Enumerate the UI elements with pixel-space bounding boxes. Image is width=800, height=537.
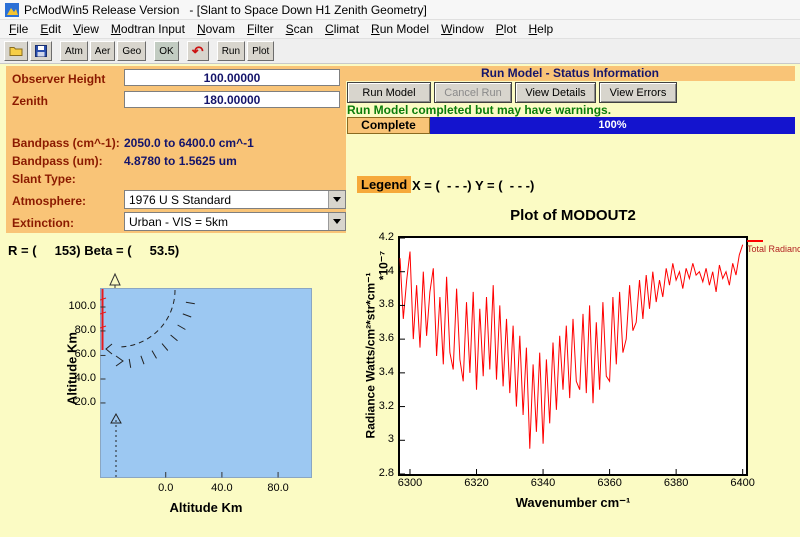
menu-modtran-input[interactable]: Modtran Input — [105, 20, 191, 39]
run-button[interactable]: Run — [216, 41, 246, 61]
menu-view[interactable]: View — [67, 20, 105, 39]
chart-y-tick-label: 3 — [387, 433, 394, 446]
chart-y-tick-label: 3.2 — [378, 399, 394, 412]
chart-title: Plot of MODOUT2 — [510, 207, 636, 224]
run-model-button[interactable]: Run Model — [347, 82, 431, 103]
menu-edit[interactable]: Edit — [34, 20, 67, 39]
chart-x-tick-label: 6320 — [464, 477, 489, 489]
toolbar: Atm Aer Geo OK ↶ Run Plot — [0, 39, 800, 64]
undo-icon: ↶ — [191, 43, 204, 59]
atm-button[interactable]: Atm — [60, 41, 88, 61]
menu-scan[interactable]: Scan — [280, 20, 319, 39]
menu-plot[interactable]: Plot — [490, 20, 523, 39]
save-button[interactable] — [30, 41, 52, 61]
menu-run-model[interactable]: Run Model — [365, 20, 435, 39]
atmosphere-selected-value: 1976 U S Standard — [129, 192, 232, 207]
menu-climat[interactable]: Climat — [319, 20, 365, 39]
window-title: PcModWin5 Release Version - [Slant to Sp… — [24, 2, 427, 17]
geometry-y-tick-label: 20.0 — [74, 395, 96, 408]
legend-series-name: Total Radiance — [747, 244, 800, 254]
chart-x-tick-label: 6360 — [597, 477, 622, 489]
status-message: Run Model completed but may have warning… — [347, 103, 612, 117]
r-beta-readout: R = ( 153) Beta = ( 53.5) — [8, 243, 180, 258]
chart-x-axis-label: Wavenumber cm⁻¹ — [515, 495, 631, 510]
save-icon — [35, 45, 47, 57]
ok-button[interactable]: OK — [154, 41, 179, 61]
plot-button[interactable]: Plot — [247, 41, 275, 61]
legend-label: Legend — [357, 176, 412, 193]
chart-x-tick-label: 6380 — [663, 477, 689, 489]
open-file-button[interactable] — [4, 41, 28, 61]
atmosphere-dropdown-button[interactable] — [328, 191, 345, 208]
bandpass-cm-value: 2050.0 to 6400.0 cm^-1 — [124, 136, 254, 150]
menu-file[interactable]: File — [3, 20, 34, 39]
observer-height-input[interactable] — [124, 69, 340, 86]
view-details-button[interactable]: View Details — [515, 82, 596, 103]
chart-y-tick-label: 4.2 — [378, 231, 394, 243]
legend-line-swatch — [747, 240, 763, 242]
title-bar: PcModWin5 Release Version - [Slant to Sp… — [0, 0, 800, 20]
menu-window[interactable]: Window — [435, 20, 490, 39]
extinction-selected-value: Urban - VIS = 5km — [129, 214, 229, 229]
parameters-panel: Observer Height Zenith Bandpass (cm^-1):… — [6, 66, 346, 233]
geometry-y-tick-label: 40.0 — [74, 372, 96, 384]
extinction-select[interactable]: Urban - VIS = 5km — [124, 212, 346, 231]
up-arrow-marker — [109, 272, 121, 286]
progress-percent: 100% — [598, 119, 627, 131]
view-errors-button[interactable]: View Errors — [599, 82, 677, 103]
chart-plot-area — [398, 236, 748, 476]
geometry-x-tick-label: 40.0 — [211, 482, 233, 494]
extinction-dropdown-button[interactable] — [328, 213, 345, 230]
chevron-down-icon — [333, 219, 341, 224]
chart-y-tick-label: 3.8 — [378, 298, 394, 311]
chart-y-tick-label: 3.6 — [378, 332, 394, 345]
status-header: Run Model - Status Information — [345, 66, 795, 81]
chart-x-tick-label: 6400 — [730, 477, 755, 489]
chart-y-tick-label: 2.8 — [378, 467, 394, 479]
chart-y-tick-label: 4 — [387, 264, 394, 277]
geometry-plot — [100, 272, 312, 478]
chevron-down-icon — [333, 197, 341, 202]
geometry-x-tick-label: 80.0 — [267, 482, 289, 494]
menu-help[interactable]: Help — [522, 20, 559, 39]
atmosphere-label: Atmosphere: — [12, 194, 87, 208]
geometry-y-tick-label: 100.0 — [68, 300, 96, 312]
geometry-x-tick-label: 0.0 — [158, 482, 174, 494]
menu-bar: File Edit View Modtran Input Novam Filter Scan… — [0, 20, 800, 39]
chart-x-tick-label: 6300 — [397, 477, 423, 489]
observer-height-label: Observer Height — [12, 72, 106, 86]
bandpass-um-label: Bandpass (um): — [12, 154, 103, 168]
complete-label: Complete — [347, 117, 430, 134]
folder-open-icon — [9, 47, 23, 56]
geo-button[interactable]: Geo — [117, 41, 147, 61]
undo-button[interactable]: ↶ — [186, 41, 209, 61]
aer-button[interactable]: Aer — [89, 41, 116, 61]
bandpass-um-value: 4.8780 to 1.5625 um — [124, 154, 237, 168]
bandpass-cm-label: Bandpass (cm^-1): — [12, 136, 120, 150]
geometry-y-axis-label: Altitude Km — [64, 332, 80, 405]
zenith-input[interactable] — [124, 91, 340, 108]
chart-y-tick-label: 3.4 — [378, 365, 394, 378]
slant-type-label: Slant Type: — [12, 172, 76, 186]
geometry-plot-area — [100, 288, 312, 478]
chart-legend: Total Radiance — [747, 240, 800, 254]
geometry-y-tick-label: 80.0 — [74, 323, 96, 336]
atmosphere-select[interactable]: 1976 U S Standard — [124, 190, 346, 209]
legend-xy-text: X = ( - - -) Y = ( - - -) — [412, 178, 535, 193]
zenith-label: Zenith — [12, 94, 48, 108]
extinction-label: Extinction: — [12, 216, 74, 230]
geometry-y-tick-label: 60.0 — [74, 348, 96, 361]
geometry-x-axis-label: Altitude Km — [169, 500, 243, 515]
menu-novam[interactable]: Novam — [191, 20, 241, 39]
progress-bar: 100% — [430, 117, 795, 134]
radiance-chart — [398, 236, 748, 476]
pcmodwin-window: PcModWin5 Release Version - [Slant to Sp… — [0, 0, 800, 537]
app-icon — [5, 2, 19, 17]
chart-x-tick-label: 6340 — [530, 477, 556, 489]
cancel-run-button[interactable]: Cancel Run — [434, 82, 512, 103]
menu-filter[interactable]: Filter — [241, 20, 280, 39]
